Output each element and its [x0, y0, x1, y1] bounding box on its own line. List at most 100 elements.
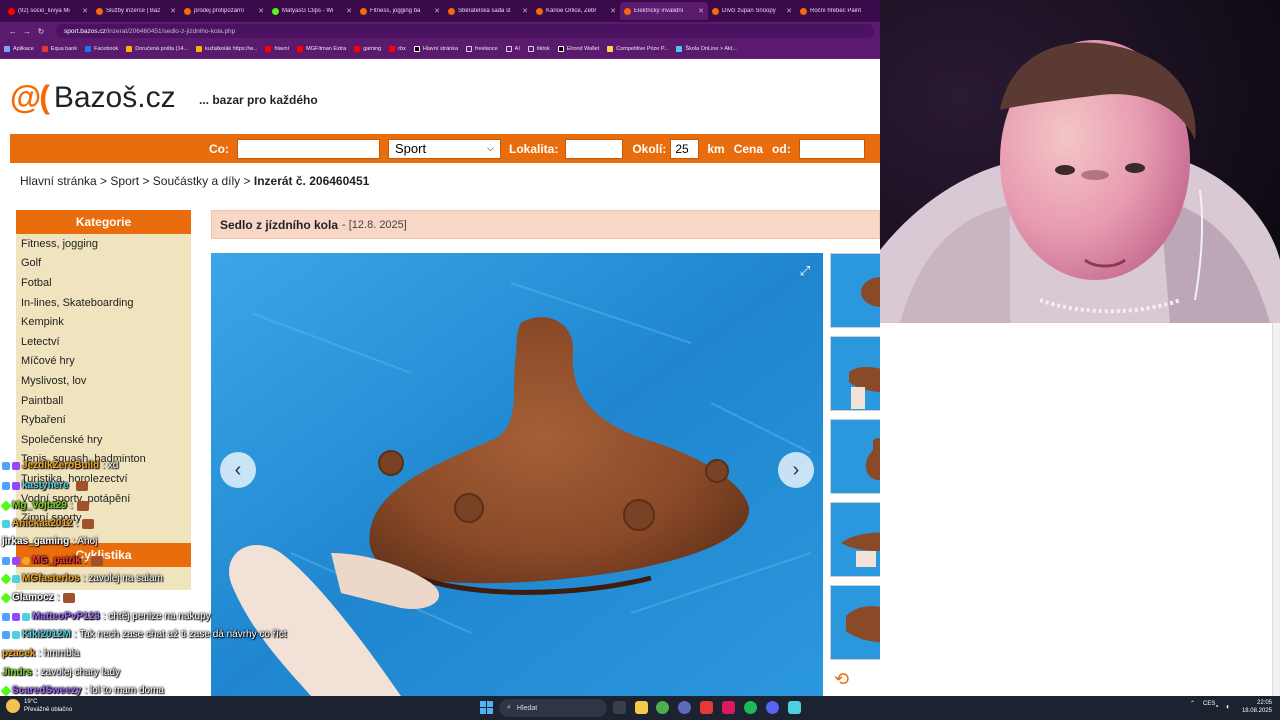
- bookmark[interactable]: hlavní: [265, 46, 289, 52]
- category-item[interactable]: Míčové hry: [16, 352, 191, 372]
- youtube-icon: [8, 7, 15, 15]
- discord-icon[interactable]: [766, 701, 779, 714]
- site-logo[interactable]: @( Bazoš.cz: [10, 79, 176, 116]
- photo-thumbnail[interactable]: [830, 253, 880, 328]
- ad-date: - [12.8. 2025]: [342, 218, 407, 231]
- close-icon[interactable]: ✕: [698, 7, 704, 15]
- photo-thumbnail[interactable]: [830, 502, 880, 577]
- location-input[interactable]: [565, 138, 624, 159]
- main-photo[interactable]: ‹ › ⤢: [211, 253, 823, 696]
- browser-tab[interactable]: Sběratelská sada st ✕: [444, 2, 532, 20]
- close-icon[interactable]: ✕: [170, 7, 176, 15]
- youtube-icon: [265, 46, 272, 52]
- badge-icon: [2, 612, 10, 621]
- category-item[interactable]: Letectví: [16, 332, 191, 352]
- back-icon[interactable]: ←: [6, 27, 20, 36]
- task-view-icon[interactable]: [613, 701, 626, 714]
- taskbar-search[interactable]: ⌕ Hledat: [499, 699, 607, 717]
- bookmark[interactable]: MGFitman Extra: [297, 46, 346, 52]
- app-icon[interactable]: [722, 701, 735, 714]
- close-icon[interactable]: ✕: [82, 7, 88, 15]
- category-item[interactable]: Fotbal: [16, 273, 191, 293]
- spotify-icon[interactable]: [744, 701, 757, 714]
- emote-icon: [76, 500, 89, 511]
- okoli-label: Okolí:: [632, 141, 667, 156]
- category-item[interactable]: In-lines, Skateboarding: [16, 293, 191, 313]
- bookmark[interactable]: tiktok: [527, 46, 550, 52]
- weather-widget[interactable]: 19°C Převážně oblačno: [6, 698, 72, 714]
- bookmark[interactable]: Facebook: [85, 46, 118, 52]
- windows-start-icon[interactable]: [480, 701, 493, 714]
- search-input[interactable]: [237, 138, 380, 159]
- youtube-icon: [297, 46, 304, 52]
- chrome-icon[interactable]: [656, 701, 669, 714]
- category-item[interactable]: Fitness, jogging: [16, 234, 191, 254]
- photo-thumbnail[interactable]: [830, 419, 880, 494]
- youtube-icon: [354, 46, 361, 52]
- next-photo-button[interactable]: ›: [778, 452, 814, 488]
- breadcrumb-subsection[interactable]: Součástky a díly: [153, 174, 240, 188]
- bookmark[interactable]: kužatkolák https://w...: [196, 46, 257, 52]
- rotate-icon[interactable]: ⟲: [834, 669, 849, 690]
- browser-tab[interactable]: Služby inzerce | Baz ✕: [92, 2, 180, 20]
- category-item[interactable]: Kempink: [16, 312, 191, 332]
- file-explorer-icon[interactable]: [635, 701, 648, 714]
- photo-thumbnail[interactable]: [830, 585, 880, 660]
- wifi-icon[interactable]: ◔: [1214, 702, 1219, 711]
- close-icon[interactable]: ✕: [258, 7, 264, 15]
- bookmark[interactable]: Doručená pošta (14...: [126, 46, 188, 52]
- close-icon[interactable]: ✕: [610, 7, 616, 15]
- price-from-input[interactable]: [798, 138, 865, 159]
- browser-tab-active[interactable]: Elektrický invalidní ✕: [620, 2, 708, 20]
- browser-tab[interactable]: MatyasG Clips - Wi ✕: [268, 2, 356, 20]
- bookmark[interactable]: Equa bank: [41, 46, 77, 52]
- facebook-icon: [85, 46, 92, 52]
- bookmarks-bar: Aplikace Equa bank Facebook Doručená poš…: [0, 40, 880, 59]
- close-icon[interactable]: ✕: [346, 7, 352, 15]
- category-item[interactable]: Rybaření: [16, 410, 191, 430]
- ad-title-bar: Sedlo z jízdního kola - [12.8. 2025]: [211, 210, 880, 239]
- badge-icon: [12, 461, 20, 470]
- bookmark[interactable]: Aplikace: [4, 46, 34, 52]
- fullscreen-icon[interactable]: ⤢: [795, 261, 815, 281]
- breadcrumb-section[interactable]: Sport: [110, 174, 139, 188]
- bookmark[interactable]: rbx: [389, 46, 406, 52]
- reload-icon[interactable]: ↻: [34, 27, 48, 36]
- scrollbar[interactable]: [1272, 323, 1280, 696]
- category-item[interactable]: Společenské hry: [16, 430, 191, 450]
- browser-tab[interactable]: Roční hřebec Paint: [796, 2, 880, 20]
- weather-icon: [6, 699, 20, 713]
- prev-photo-button[interactable]: ‹: [220, 452, 256, 488]
- bookmark[interactable]: Škola OnLine > Akt...: [676, 46, 737, 52]
- category-item[interactable]: Golf: [16, 254, 191, 274]
- page-content: @( Bazoš.cz ... bazar pro každého Co: Sp…: [0, 59, 880, 696]
- breadcrumb-home[interactable]: Hlavní stránka: [20, 174, 97, 188]
- close-icon[interactable]: ✕: [434, 7, 440, 15]
- steam-icon[interactable]: [678, 701, 691, 714]
- category-select[interactable]: Sport ⌵: [388, 138, 501, 159]
- category-item[interactable]: Myslivost, lov: [16, 371, 191, 391]
- category-item[interactable]: Paintball: [16, 391, 191, 411]
- bookmark[interactable]: AI: [505, 46, 520, 52]
- photo-thumbnail[interactable]: [830, 336, 880, 411]
- app-icon[interactable]: [788, 701, 801, 714]
- app-icon[interactable]: [700, 701, 713, 714]
- close-icon[interactable]: ✕: [786, 7, 792, 15]
- browser-tab[interactable]: (92) socio_luvya Mi ✕: [4, 2, 92, 20]
- bookmark[interactable]: gaming: [354, 46, 381, 52]
- bookmark[interactable]: Elrond Wallet: [557, 46, 599, 52]
- url-field[interactable]: sport.bazos.cz/inzerat/206460451/sedlo-z…: [56, 24, 874, 38]
- browser-tab[interactable]: Kánoe Orlice, Žebr ✕: [532, 2, 620, 20]
- volume-icon[interactable]: ◖: [1225, 702, 1230, 711]
- bookmark[interactable]: Competitive Prize P...: [607, 46, 668, 52]
- browser-tab[interactable]: Fitness, jogging ba ✕: [356, 2, 444, 20]
- chevron-up-icon[interactable]: ⌃: [1190, 700, 1195, 707]
- bookmark[interactable]: freelance: [466, 46, 498, 52]
- browser-tab[interactable]: Dívčí župan Snoopy ✕: [708, 2, 796, 20]
- close-icon[interactable]: ✕: [522, 7, 528, 15]
- browser-tab[interactable]: prodej protipožární ✕: [180, 2, 268, 20]
- forward-icon[interactable]: →: [20, 27, 34, 36]
- bookmark[interactable]: Hlavní stránka: [413, 46, 458, 52]
- radius-input[interactable]: [670, 138, 700, 159]
- clock[interactable]: 22:05 18.08.2025: [1236, 699, 1272, 715]
